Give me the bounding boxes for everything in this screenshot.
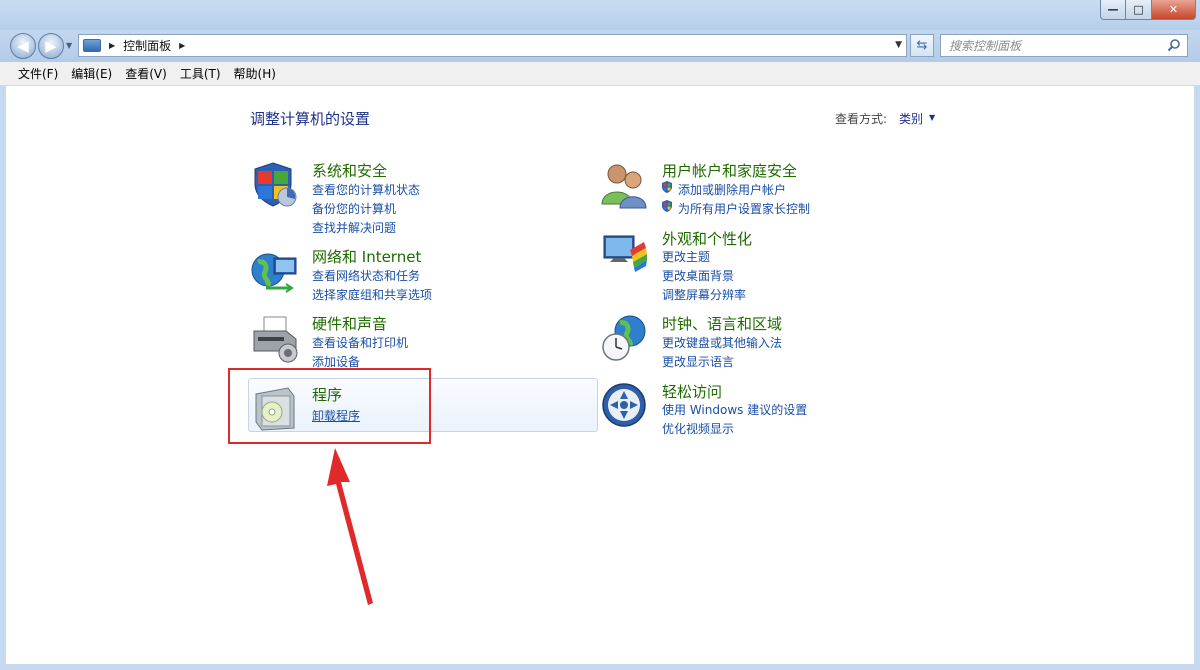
maximize-button[interactable]: □: [1126, 0, 1152, 20]
link-view-computer-status[interactable]: 查看您的计算机状态: [312, 181, 420, 198]
appearance-monitor-icon: [603, 235, 647, 272]
link-troubleshoot[interactable]: 查找并解决问题: [312, 219, 396, 236]
view-by-dropdown[interactable]: 类别: [899, 110, 923, 127]
shield-icon: [254, 162, 297, 207]
users-icon: [601, 164, 647, 209]
category-title[interactable]: 外观和个性化: [662, 228, 752, 249]
history-dropdown-icon[interactable]: ▼: [66, 41, 72, 50]
close-button[interactable]: ✕: [1152, 0, 1196, 20]
minimize-button[interactable]: —: [1100, 0, 1126, 20]
breadcrumb-control-panel[interactable]: 控制面板: [123, 37, 171, 54]
link-optimize-display[interactable]: 优化视频显示: [662, 420, 734, 437]
menu-help[interactable]: 帮助(H): [228, 65, 282, 82]
search-input[interactable]: [941, 35, 1151, 57]
category-title[interactable]: 用户帐户和家庭安全: [662, 160, 797, 181]
window-frame-right: [1194, 86, 1200, 670]
search-icon[interactable]: [1167, 38, 1181, 52]
window-controls: — □ ✕: [1100, 0, 1196, 22]
link-recommended-settings[interactable]: 使用 Windows 建议的设置: [662, 401, 807, 418]
link-homegroup-sharing[interactable]: 选择家庭组和共享选项: [312, 286, 432, 303]
network-globe-icon: [251, 253, 297, 293]
link-change-background[interactable]: 更改桌面背景: [662, 267, 734, 284]
menu-tools[interactable]: 工具(T): [174, 65, 227, 82]
link-add-remove-accounts[interactable]: 添加或删除用户帐户: [678, 181, 786, 198]
link-devices-printers[interactable]: 查看设备和打印机: [312, 334, 408, 351]
link-network-status[interactable]: 查看网络状态和任务: [312, 267, 420, 284]
link-screen-resolution[interactable]: 调整屏幕分辨率: [662, 286, 746, 303]
uac-shield-icon: [662, 200, 672, 212]
menu-edit[interactable]: 编辑(E): [65, 65, 118, 82]
link-change-theme[interactable]: 更改主题: [662, 248, 710, 265]
refresh-icon: ⇆: [916, 38, 928, 53]
window-titlebar[interactable]: — □ ✕: [0, 0, 1200, 30]
back-button[interactable]: ◀: [10, 33, 36, 59]
category-title[interactable]: 网络和 Internet: [312, 246, 421, 267]
category-title[interactable]: 硬件和声音: [312, 313, 387, 334]
page-title: 调整计算机的设置: [250, 110, 371, 128]
refresh-button[interactable]: ⇆: [910, 34, 934, 57]
view-by-label: 查看方式:: [835, 112, 888, 126]
search-box[interactable]: [940, 34, 1188, 57]
breadcrumb-chevron-icon[interactable]: ▶: [179, 41, 185, 50]
category-title[interactable]: 系统和安全: [312, 160, 387, 181]
category-title[interactable]: 轻松访问: [662, 381, 722, 402]
address-bar[interactable]: ▶ 控制面板 ▶ ▼: [78, 34, 907, 57]
menu-view[interactable]: 查看(V): [119, 65, 173, 82]
uac-shield-icon: [662, 181, 672, 193]
link-change-input-method[interactable]: 更改键盘或其他输入法: [662, 334, 782, 351]
address-dropdown-icon[interactable]: ▼: [895, 40, 902, 50]
window-frame-left: [0, 86, 6, 670]
link-change-display-language[interactable]: 更改显示语言: [662, 353, 734, 370]
menu-bar: 文件(F) 编辑(E) 查看(V) 工具(T) 帮助(H): [0, 62, 1200, 86]
window-frame-bottom: [0, 664, 1200, 670]
clock-globe-icon: [602, 315, 646, 361]
annotation-highlight-box: [228, 368, 431, 444]
annotation-arrow: [327, 448, 373, 605]
menu-file[interactable]: 文件(F): [12, 65, 64, 82]
forward-button[interactable]: ▶: [38, 33, 64, 59]
view-by-caret-icon[interactable]: ▼: [929, 113, 935, 122]
link-parental-controls[interactable]: 为所有用户设置家长控制: [678, 200, 810, 217]
control-panel-icon: [83, 39, 101, 52]
navigation-bar: ◀ ▶ ▼ ▶ 控制面板 ▶ ▼ ⇆: [0, 30, 1200, 62]
breadcrumb-chevron-icon[interactable]: ▶: [109, 41, 115, 50]
printer-icon: [253, 316, 298, 363]
link-backup-computer[interactable]: 备份您的计算机: [312, 200, 396, 217]
ease-of-access-icon: [602, 383, 646, 427]
category-title[interactable]: 时钟、语言和区域: [662, 313, 782, 334]
